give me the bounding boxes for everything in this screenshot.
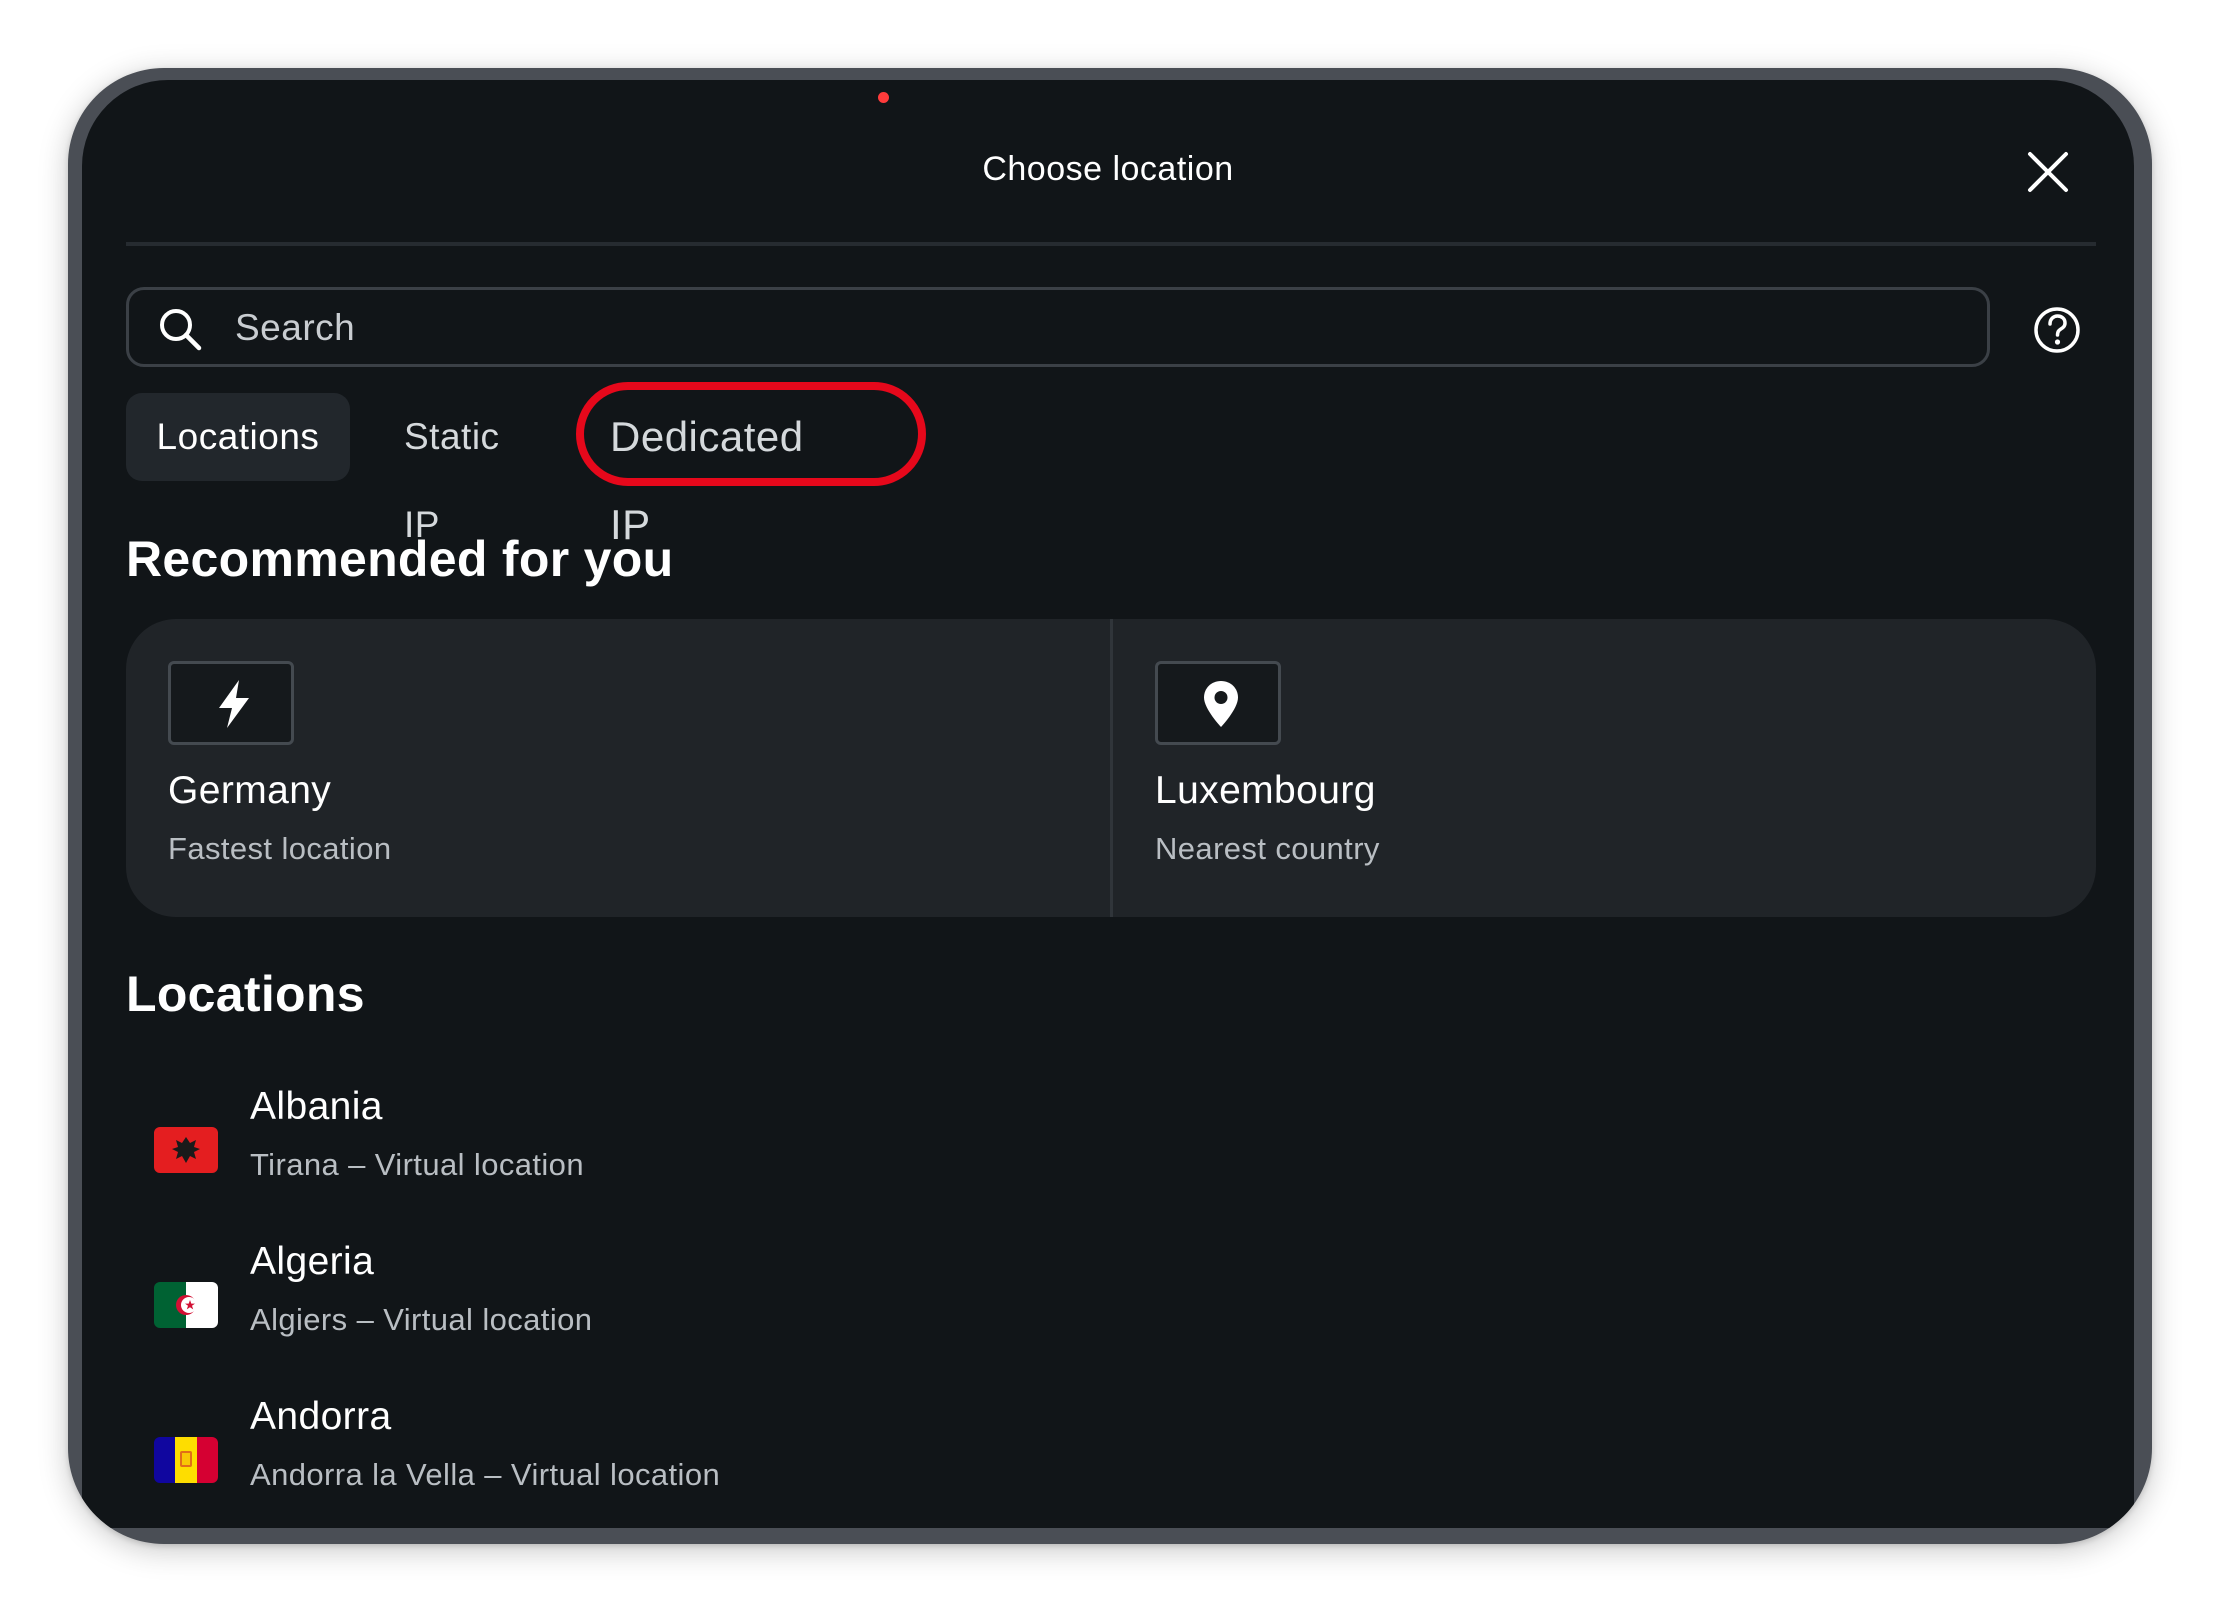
close-icon — [2028, 152, 2068, 192]
recommended-name: Germany — [168, 769, 332, 812]
tab-static-ip[interactable]: Static IP — [404, 393, 500, 545]
location-name: Algeria — [250, 1240, 375, 1283]
locations-list: Albania Tirana – Virtual location Algeri… — [126, 1085, 2096, 1528]
location-subtitle: Andorra la Vella – Virtual location — [250, 1457, 721, 1492]
recommended-subtitle: Nearest country — [1155, 831, 1380, 866]
location-name: Andorra — [250, 1395, 392, 1438]
list-item-algeria[interactable]: Algeria Algiers – Virtual location — [126, 1240, 2096, 1395]
device-frame: Choose location Locations Stati — [68, 68, 2152, 1544]
help-button[interactable] — [2032, 305, 2082, 355]
close-button[interactable] — [2022, 146, 2074, 198]
recommended-item-germany[interactable]: Germany Fastest location — [126, 619, 1110, 917]
question-mark-icon — [2034, 307, 2080, 353]
locations-title: Locations — [126, 966, 365, 1022]
search-input[interactable] — [233, 298, 1937, 358]
tab-dedicated-ip[interactable]: Dedicated IP — [610, 393, 804, 548]
albania-flag-icon — [154, 1127, 218, 1173]
recommended-title: Recommended for you — [126, 531, 674, 587]
location-subtitle: Algiers – Virtual location — [250, 1302, 593, 1337]
notification-dot — [878, 92, 889, 103]
map-pin-icon — [1204, 681, 1238, 727]
lightning-icon — [219, 680, 249, 728]
map-pin-icon-box — [1155, 661, 1281, 745]
tab-locations[interactable]: Locations — [126, 393, 350, 481]
location-name: Albania — [250, 1085, 383, 1128]
header-divider — [126, 242, 2096, 246]
lightning-icon-box — [168, 661, 294, 745]
andorra-flag-icon — [154, 1437, 218, 1483]
page-title: Choose location — [982, 150, 1234, 188]
recommended-subtitle: Fastest location — [168, 831, 392, 866]
choose-location-screen: Choose location Locations Stati — [82, 80, 2134, 1528]
list-item-albania[interactable]: Albania Tirana – Virtual location — [126, 1085, 2096, 1240]
search-icon — [160, 309, 202, 351]
list-item-andorra[interactable]: Andorra Andorra la Vella – Virtual locat… — [126, 1395, 2096, 1528]
recommended-item-luxembourg[interactable]: Luxembourg Nearest country — [1113, 619, 2096, 917]
algeria-flag-icon — [154, 1282, 218, 1328]
recommended-panel: Germany Fastest location Luxembourg Near… — [126, 619, 2096, 917]
location-subtitle: Tirana – Virtual location — [250, 1147, 584, 1182]
search-box[interactable] — [126, 287, 1990, 367]
recommended-name: Luxembourg — [1155, 769, 1376, 812]
